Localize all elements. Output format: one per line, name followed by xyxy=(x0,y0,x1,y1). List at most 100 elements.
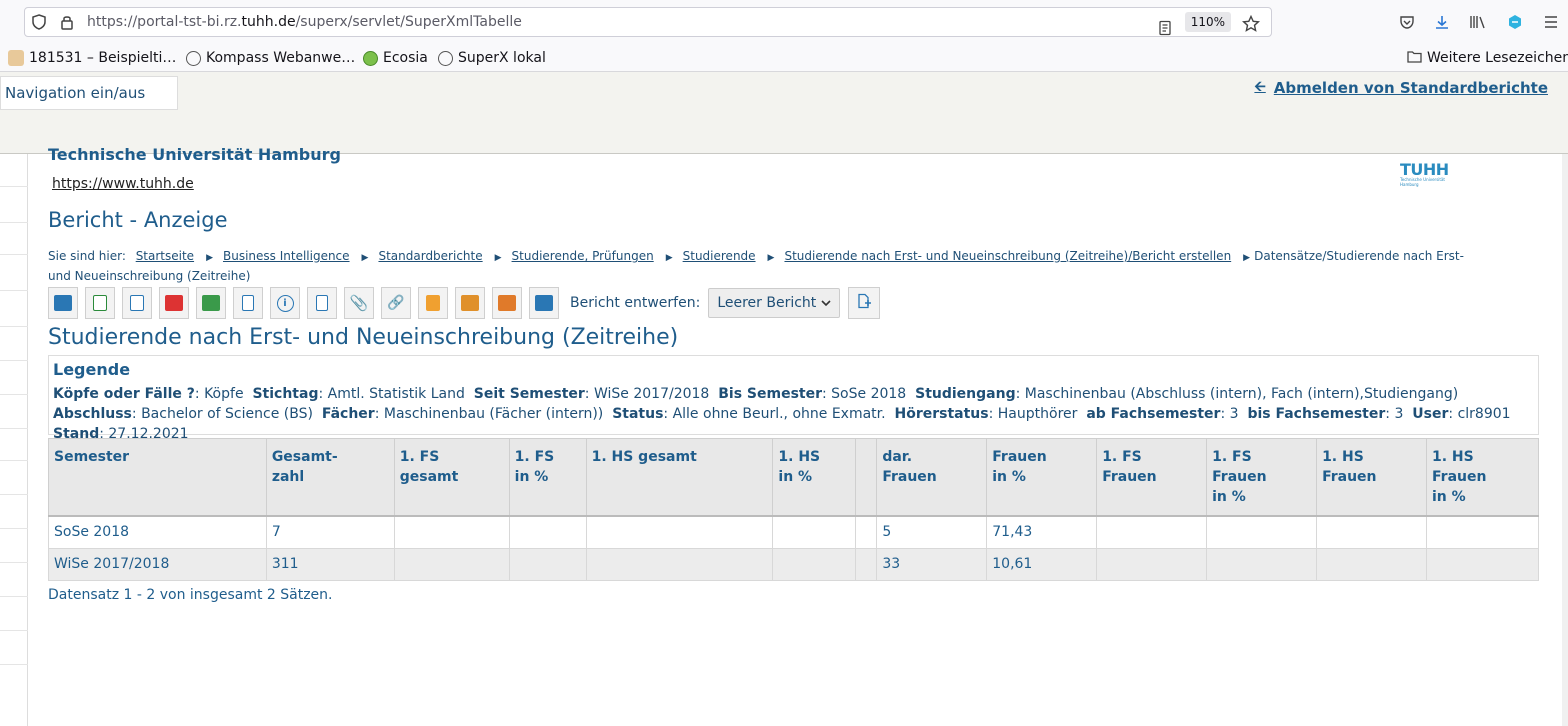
bookmark-icon xyxy=(316,295,328,311)
table-cell: 71,43 xyxy=(986,515,1098,549)
table-cell xyxy=(1206,547,1318,581)
data-table: Semester Gesamt- zahl 1. FS gesamt 1. FS… xyxy=(48,438,1539,581)
table-cell xyxy=(393,515,510,549)
page-title: Bericht - Anzeige xyxy=(48,208,228,232)
breadcrumb-prefix: Sie sind hier: xyxy=(48,249,126,263)
open-report-button[interactable] xyxy=(455,287,485,319)
column-header[interactable]: 1. HS in % xyxy=(772,438,857,517)
export-csv-button[interactable] xyxy=(196,287,226,319)
table-cell xyxy=(1316,547,1427,581)
globe-icon xyxy=(186,50,201,66)
bookmark-item[interactable]: Kompass Webanwe… xyxy=(186,48,355,68)
zoom-level[interactable]: 110% xyxy=(1184,12,1231,32)
bookmark-report-button[interactable] xyxy=(307,287,337,319)
menu-icon[interactable] xyxy=(1539,10,1563,34)
table-cell xyxy=(393,547,510,581)
org-url-link[interactable]: https://www.tuhh.de xyxy=(52,176,194,192)
column-header[interactable]: 1. FS Frauen xyxy=(1096,438,1208,517)
shield-icon[interactable] xyxy=(25,8,53,36)
chevron-right-icon: ▶ xyxy=(665,253,673,263)
column-header[interactable]: 1. FS gesamt xyxy=(393,438,510,517)
breadcrumb: Sie sind hier: Startseite ▶ Business Intel… xyxy=(48,247,1468,285)
breadcrumb-item[interactable]: Startseite xyxy=(136,249,194,263)
report-select[interactable]: Leerer Bericht xyxy=(708,288,841,318)
download-icon[interactable] xyxy=(1430,10,1454,34)
info-button[interactable]: i xyxy=(270,287,300,319)
chevron-right-icon: ▶ xyxy=(206,253,213,263)
info-icon: i xyxy=(276,294,294,312)
copy-button[interactable] xyxy=(233,287,263,319)
lock-icon[interactable] xyxy=(53,8,81,36)
table-cell xyxy=(585,515,774,549)
breadcrumb-item[interactable]: Studierende xyxy=(683,249,756,263)
bookmark-item[interactable]: 181531 – Beispielti… xyxy=(8,48,176,68)
create-report-button[interactable] xyxy=(848,287,881,319)
column-header[interactable]: 1. HS gesamt xyxy=(585,438,774,517)
reader-icon[interactable] xyxy=(1151,14,1179,42)
xml-icon xyxy=(130,295,144,311)
table-header-row: Semester Gesamt- zahl 1. FS gesamt 1. FS… xyxy=(48,438,1539,517)
column-header[interactable]: Gesamt- zahl xyxy=(265,438,395,517)
column-header[interactable]: 1. FS in % xyxy=(508,438,587,517)
breadcrumb-item[interactable]: Standardberichte xyxy=(378,249,482,263)
save-report-button[interactable] xyxy=(529,287,559,319)
edit-report-icon xyxy=(426,295,440,311)
bookmark-item[interactable]: Ecosia xyxy=(363,48,428,68)
breadcrumb-item[interactable]: Business Intelligence xyxy=(223,249,350,263)
other-bookmarks[interactable]: Weitere Lesezeichen xyxy=(1407,48,1568,68)
globe-icon xyxy=(438,50,453,66)
column-header[interactable]: dar. Frauen xyxy=(876,438,988,517)
library-icon[interactable] xyxy=(1466,10,1490,34)
logout-link[interactable]: 🡨 Abmelden von Standardberichte xyxy=(1254,76,1548,100)
folder-report-button[interactable] xyxy=(492,287,522,319)
url-text: https://portal-tst-bi.rz.tuhh.de/superx/… xyxy=(87,14,522,30)
table-cell: 5 xyxy=(876,515,988,549)
scrollbar[interactable] xyxy=(1562,154,1568,726)
column-header[interactable]: 1. FS Frauen in % xyxy=(1206,438,1318,517)
table-row: SoSe 2018 7 5 71,43 xyxy=(48,515,1539,549)
pocket-icon[interactable] xyxy=(1395,10,1419,34)
sidebar-collapsed xyxy=(0,154,28,726)
export-pdf-button[interactable] xyxy=(159,287,189,319)
link-button[interactable]: 🔗 xyxy=(381,287,411,319)
attachment-button[interactable]: 📎 xyxy=(344,287,374,319)
table-cell xyxy=(585,547,774,581)
export-xml-button[interactable] xyxy=(122,287,152,319)
excel-icon xyxy=(93,295,107,311)
edit-report-button[interactable] xyxy=(418,287,448,319)
report-title: Studierende nach Erst- und Neueinschreib… xyxy=(48,325,679,350)
column-header[interactable]: 1. HS Frauen xyxy=(1316,438,1427,517)
legend-title: Legende xyxy=(53,360,131,379)
extension-icon[interactable] xyxy=(1503,10,1527,34)
report-design-label: Bericht entwerfen: xyxy=(570,295,701,311)
export-html-button[interactable] xyxy=(48,287,78,319)
table-cell: SoSe 2018 xyxy=(48,515,267,549)
column-header[interactable]: Frauen in % xyxy=(986,438,1098,517)
url-bar[interactable]: https://portal-tst-bi.rz.tuhh.de/superx/… xyxy=(24,7,1272,37)
export-excel-button[interactable] xyxy=(85,287,115,319)
bookmark-item[interactable]: SuperX lokal xyxy=(438,48,546,68)
pdf-icon xyxy=(165,295,183,311)
chevron-right-icon: ▶ xyxy=(361,253,369,263)
save-report-icon xyxy=(535,295,553,311)
breadcrumb-item[interactable]: Studierende, Prüfungen xyxy=(512,249,654,263)
html-icon xyxy=(54,295,72,311)
table-cell xyxy=(508,547,587,581)
table-cell xyxy=(1096,515,1208,549)
browser-toolbar: https://portal-tst-bi.rz.tuhh.de/superx/… xyxy=(0,0,1568,44)
table-cell xyxy=(772,515,857,549)
breadcrumb-item[interactable]: Studierende nach Erst- und Neueinschreib… xyxy=(784,249,1231,263)
bookmark-label: 181531 – Beispielti… xyxy=(29,50,177,66)
copy-icon xyxy=(242,295,254,311)
table-row: WiSe 2017/2018 311 33 10,61 xyxy=(48,547,1539,581)
table-cell: 10,61 xyxy=(986,547,1098,581)
bookmark-favicon-icon xyxy=(8,50,24,66)
navigation-toggle[interactable]: Navigation ein/aus xyxy=(0,76,178,110)
table-cell: 33 xyxy=(876,547,988,581)
column-header[interactable]: Semester xyxy=(48,438,267,517)
csv-icon xyxy=(202,295,220,311)
star-icon[interactable] xyxy=(1237,10,1265,38)
column-header[interactable]: 1. HS Frauen in % xyxy=(1426,438,1539,517)
org-name: Technische Universität Hamburg xyxy=(48,145,341,164)
folder-icon xyxy=(498,295,516,311)
